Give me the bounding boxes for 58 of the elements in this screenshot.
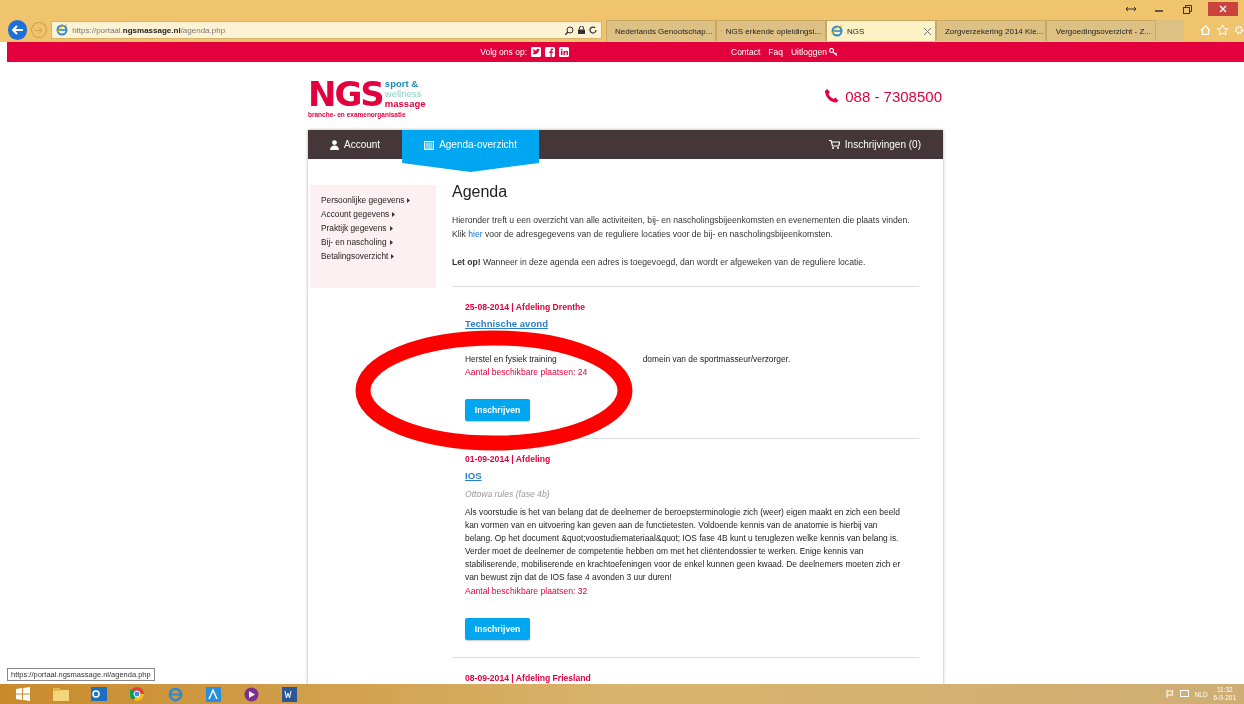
calendar-icon bbox=[424, 139, 435, 150]
cart-icon bbox=[828, 140, 840, 149]
back-button[interactable] bbox=[8, 20, 28, 40]
event-subtitle: Ottowa rules (fase 4b) bbox=[465, 488, 551, 500]
event-title-link[interactable]: Technische avond bbox=[465, 318, 548, 330]
available-places: Aantal beschikbare plaatsen: 32 bbox=[465, 585, 589, 597]
sidebar-item[interactable]: Betalingsoverzicht bbox=[321, 251, 436, 261]
browser-e-icon bbox=[56, 24, 69, 36]
event-date: 08-09-2014 | Afdeling Friesland bbox=[465, 672, 592, 684]
caret-icon bbox=[389, 239, 393, 245]
event-title-link[interactable]: IOS bbox=[465, 470, 482, 482]
close-icon[interactable] bbox=[924, 27, 931, 35]
browser-tab[interactable]: NGS erkende opleidingsi... bbox=[716, 20, 826, 41]
browser-tab[interactable]: NGS bbox=[826, 20, 936, 41]
caret-icon bbox=[389, 225, 393, 231]
user-icon bbox=[330, 139, 339, 150]
browser-tab[interactable]: Nederlands Genootschap... bbox=[606, 20, 716, 41]
event-date: 01-09-2014 | Afdeling bbox=[465, 453, 552, 465]
lock-icon bbox=[578, 26, 585, 34]
sidebar-item[interactable]: Account gegevens bbox=[321, 209, 436, 219]
browser-tab[interactable]: Vergoedingsoverzicht - Z... bbox=[1046, 20, 1156, 41]
event-description: domein van de sportmasseur/verzorger. bbox=[642, 353, 791, 365]
caret-icon bbox=[407, 197, 411, 203]
phone-icon bbox=[824, 88, 841, 104]
sidebar-item[interactable]: Praktijk gegevens bbox=[321, 223, 436, 233]
sidebar-item[interactable]: Bij- en nascholing bbox=[321, 237, 436, 247]
caret-icon bbox=[392, 211, 396, 217]
facebook-icon[interactable] bbox=[545, 47, 555, 57]
star-icon[interactable] bbox=[1217, 25, 1228, 35]
close-icon[interactable] bbox=[1208, 2, 1238, 16]
address-field[interactable]: https://portaal.ngsmassage.nl/agenda.php bbox=[51, 21, 602, 39]
available-places: Aantal beschikbare plaatsen: 24 bbox=[465, 366, 589, 378]
event-description: Herstel en fysiek training bbox=[465, 353, 557, 365]
restore-icon[interactable] bbox=[1180, 2, 1194, 16]
page-title: Agenda bbox=[452, 183, 509, 201]
notice-text: Let op! Wanneer in deze agenda een adres is toegevoegd, dan wordt er afgeweken van de reguliere locatie. bbox=[452, 256, 867, 269]
top-link[interactable]: Faq bbox=[768, 47, 783, 57]
top-link[interactable]: Contact bbox=[731, 47, 761, 57]
search-icon[interactable] bbox=[565, 25, 574, 35]
twitter-icon[interactable] bbox=[531, 47, 541, 57]
event-date: 25-08-2014 | Afdeling Drenthe bbox=[465, 301, 587, 313]
top-link[interactable]: Uitloggen bbox=[790, 47, 838, 57]
nav-tab[interactable]: Account bbox=[308, 130, 403, 159]
follow-label: Volg ons op: bbox=[480, 47, 527, 57]
phone-number: 088 - 7308500 bbox=[845, 87, 942, 105]
here-link[interactable]: hier bbox=[468, 229, 483, 239]
sidebar-item[interactable]: Persoonlijke gegevens bbox=[321, 195, 436, 205]
browser-tab[interactable]: Zorgverzekering 2014 Kie... bbox=[936, 20, 1046, 41]
caret-icon bbox=[391, 253, 395, 259]
intro-text: Hieronder treft u een overzicht van alle activiteiten, bij- en nascholingsbijeenkomsten en evenementen die plaats vinden. Klik hier voor de adresgegevens van de reguliere locaties voor de bij- en nascholingsbijeenkomsten. bbox=[452, 214, 911, 241]
browser-e-icon bbox=[831, 25, 843, 37]
arrow-left-icon bbox=[11, 25, 24, 35]
cart-link[interactable]: Inschrijvingen (0) bbox=[844, 139, 921, 150]
key-icon bbox=[828, 48, 838, 56]
arrow-right-icon bbox=[35, 26, 44, 34]
linkedin-icon[interactable] bbox=[559, 47, 569, 57]
refresh-icon[interactable] bbox=[589, 26, 597, 34]
event-description: Als voorstudie is het van belang dat de deelnemer de beroepsterminologie zich (weer) eigen maakt en zich een beeld kan vormen van en uitvoering kan geven aan de functietesten. Voldoende kennis van de anatomie is hierbij van belang. Op het document &quot;voostudiemateriaal&quot; IOS fase 4B kunt u teruglezen welke kennis van belang is. Verder moet de deelnemer de competentie hebben om met het cliëntendossier te werken. Enige kennis van stabiliserende, mobiliserende en krachtoefeningen voor de enkel kunnen geen kwaad. De deelnemers moeten zich er van bewust zijn dat de IOS fase 4 avonden 3 uur duren! bbox=[465, 506, 902, 584]
